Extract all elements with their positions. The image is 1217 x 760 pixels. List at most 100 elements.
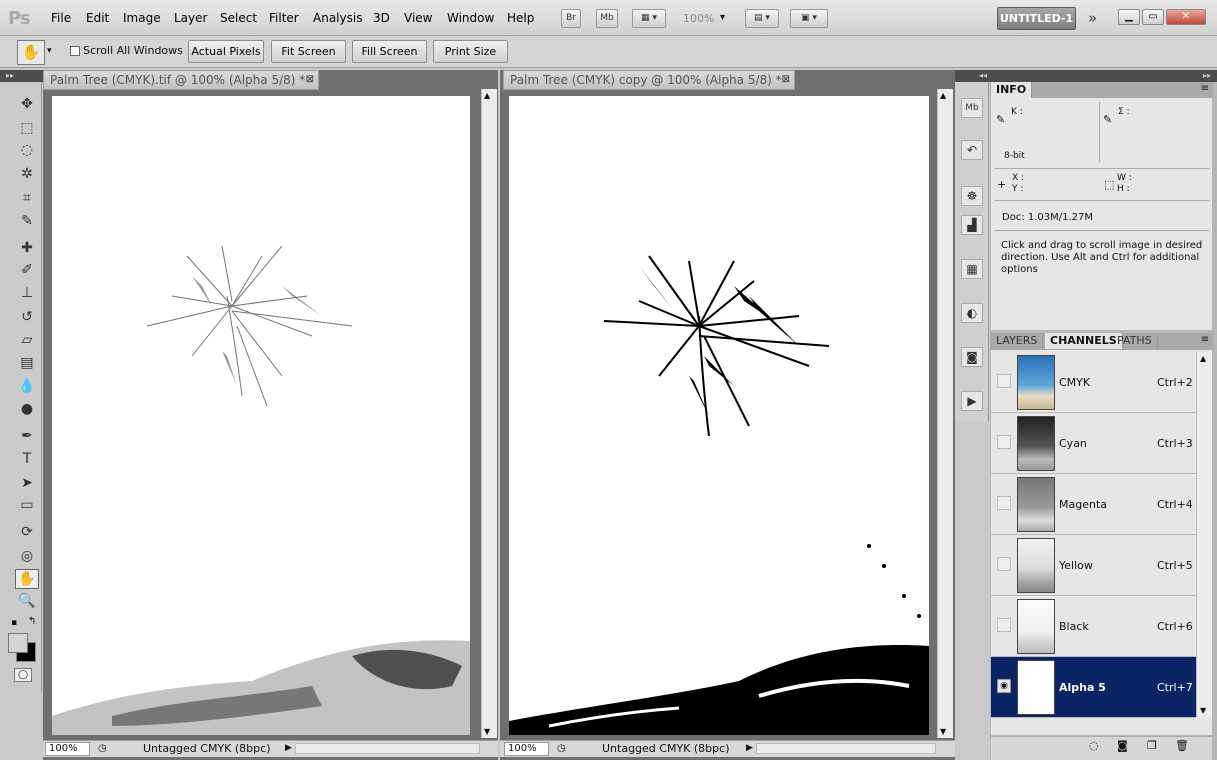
close-button[interactable]: ✕: [1166, 9, 1206, 25]
minimize-button[interactable]: ▁: [1118, 9, 1140, 25]
close-tab-icon[interactable]: ⊠: [782, 71, 790, 89]
eye-icon[interactable]: ◉: [997, 679, 1011, 693]
menu-window[interactable]: Window: [447, 11, 494, 25]
workspace-switcher[interactable]: UNTITLED-1: [997, 7, 1076, 30]
swap-colors-icon[interactable]: ↰: [28, 616, 36, 627]
double-chevron-icon[interactable]: »: [1088, 9, 1097, 27]
chevron-down-icon[interactable]: ▾: [720, 12, 725, 23]
document-tab-1[interactable]: Palm Tree (CMYK).tif @ 100% (Alpha 5/8) …: [43, 70, 319, 90]
channel-row-black[interactable]: Black Ctrl+6: [991, 596, 1196, 657]
brush-tool-icon[interactable]: ✐: [15, 260, 39, 280]
close-tab-icon[interactable]: ⊠: [306, 71, 314, 89]
menu-edit[interactable]: Edit: [86, 11, 109, 25]
quick-mask-icon[interactable]: ◯: [14, 668, 32, 682]
shape-tool-icon[interactable]: ▭: [15, 495, 39, 515]
history-panel-icon[interactable]: ↶: [961, 140, 983, 160]
lasso-tool-icon[interactable]: ◌: [15, 140, 39, 160]
scroll-down-icon[interactable]: ▼: [484, 727, 490, 736]
scroll-down-icon[interactable]: ▼: [1200, 706, 1206, 715]
default-colors-icon[interactable]: ▪: [11, 618, 17, 628]
fill-screen-button[interactable]: Fill Screen: [352, 40, 427, 63]
document-tab-2[interactable]: Palm Tree (CMYK) copy @ 100% (Alpha 5/8)…: [503, 70, 795, 90]
3d-rotate-tool-icon[interactable]: ⟳: [15, 522, 39, 542]
channels-scrollbar[interactable]: ▲ ▼: [1196, 352, 1212, 717]
document-canvas-1[interactable]: [52, 96, 470, 735]
hand-tool-icon[interactable]: ✋: [15, 569, 39, 589]
fit-screen-button[interactable]: Fit Screen: [271, 40, 346, 63]
menu-help[interactable]: Help: [507, 11, 534, 25]
eraser-tool-icon[interactable]: ▱: [15, 330, 39, 350]
tab-info[interactable]: INFO: [991, 82, 1033, 98]
actual-pixels-button[interactable]: Actual Pixels: [188, 40, 264, 63]
type-tool-icon[interactable]: T: [15, 449, 39, 469]
3d-orbit-tool-icon[interactable]: ◎: [15, 546, 39, 566]
mini-bridge-panel-icon[interactable]: Mb: [961, 98, 983, 118]
menu-view[interactable]: View: [404, 11, 432, 25]
scroll-up-icon[interactable]: ▲: [1200, 354, 1206, 363]
zoom-field-2[interactable]: 100%: [504, 742, 549, 756]
scroll-down-icon[interactable]: ▼: [940, 727, 946, 736]
mini-bridge-button[interactable]: Mb: [596, 9, 618, 28]
status-menu-icon[interactable]: ◷: [98, 741, 107, 756]
pen-tool-icon[interactable]: ✒: [15, 426, 39, 446]
new-channel-icon[interactable]: ❐: [1147, 739, 1157, 752]
panel-menu-icon[interactable]: ≡: [1201, 334, 1209, 345]
scroll-all-windows-checkbox[interactable]: [70, 46, 80, 56]
actions-panel-icon[interactable]: ▶: [961, 391, 983, 411]
visibility-toggle[interactable]: [997, 496, 1011, 510]
adjustments-panel-icon[interactable]: ◐: [961, 303, 983, 323]
move-tool-icon[interactable]: ✥: [15, 94, 39, 114]
path-selection-tool-icon[interactable]: ➤: [15, 473, 39, 493]
menu-image[interactable]: Image: [123, 11, 161, 25]
channel-row-cmyk[interactable]: CMYK Ctrl+2: [991, 352, 1196, 413]
save-selection-icon[interactable]: ◙: [1117, 739, 1128, 752]
hand-tool-preset-icon[interactable]: ✋: [17, 40, 45, 65]
eyedropper-tool-icon[interactable]: ✎: [15, 211, 39, 231]
menu-3d[interactable]: 3D: [373, 11, 390, 25]
zoom-level-dropdown[interactable]: 100%: [683, 12, 714, 25]
history-brush-tool-icon[interactable]: ↺: [15, 307, 39, 327]
channel-row-magenta[interactable]: Magenta Ctrl+4: [991, 474, 1196, 535]
horizontal-scrollbar-2[interactable]: [756, 743, 936, 754]
arrange-documents-button[interactable]: ▤ ▾: [745, 9, 779, 28]
marquee-tool-icon[interactable]: ⬚: [15, 118, 39, 138]
status-arrow-icon[interactable]: ▶: [746, 741, 753, 756]
maximize-button[interactable]: ▭: [1142, 9, 1164, 25]
status-arrow-icon[interactable]: ▶: [285, 741, 292, 756]
view-extras-button[interactable]: ▦ ▾: [632, 9, 666, 28]
scroll-up-icon[interactable]: ▲: [484, 91, 490, 100]
screen-mode-button[interactable]: ▣ ▾: [790, 9, 828, 28]
channel-row-alpha-5[interactable]: ◉ Alpha 5 Ctrl+7: [991, 657, 1196, 718]
visibility-toggle[interactable]: [997, 435, 1011, 449]
vertical-scrollbar-2[interactable]: ▲ ▼: [937, 89, 953, 738]
launch-bridge-button[interactable]: Br: [561, 9, 581, 28]
visibility-toggle[interactable]: [997, 374, 1011, 388]
menu-layer[interactable]: Layer: [174, 11, 207, 25]
vertical-scrollbar-1[interactable]: ▲ ▼: [481, 89, 497, 738]
foreground-color-swatch[interactable]: [8, 633, 28, 653]
masks-panel-icon[interactable]: ◙: [961, 347, 983, 367]
horizontal-scrollbar-1[interactable]: [295, 743, 480, 754]
menu-analysis[interactable]: Analysis: [313, 11, 362, 25]
crop-tool-icon[interactable]: ⌗: [15, 188, 39, 208]
scroll-up-icon[interactable]: ▲: [940, 91, 946, 100]
tab-paths[interactable]: PATHS: [1112, 333, 1158, 349]
zoom-field-1[interactable]: 100%: [45, 742, 90, 756]
document-canvas-2[interactable]: [509, 96, 929, 735]
panel-menu-icon[interactable]: ≡: [1201, 83, 1209, 94]
menu-filter[interactable]: Filter: [269, 11, 299, 25]
zoom-tool-icon[interactable]: 🔍: [15, 591, 39, 611]
visibility-toggle[interactable]: [997, 618, 1011, 632]
swatches-panel-icon[interactable]: ▦: [961, 259, 983, 279]
status-menu-icon[interactable]: ◷: [557, 741, 566, 756]
menu-select[interactable]: Select: [220, 11, 257, 25]
blur-tool-icon[interactable]: 💧: [15, 376, 39, 396]
histogram-panel-icon[interactable]: ▟: [961, 215, 983, 235]
trash-icon[interactable]: 🗑: [1175, 739, 1189, 752]
visibility-toggle[interactable]: [997, 557, 1011, 571]
clone-stamp-tool-icon[interactable]: ⊥: [15, 283, 39, 303]
tab-layers[interactable]: LAYERS: [991, 333, 1044, 349]
menu-file[interactable]: File: [51, 11, 71, 25]
channel-row-yellow[interactable]: Yellow Ctrl+5: [991, 535, 1196, 596]
print-size-button[interactable]: Print Size: [433, 40, 508, 63]
